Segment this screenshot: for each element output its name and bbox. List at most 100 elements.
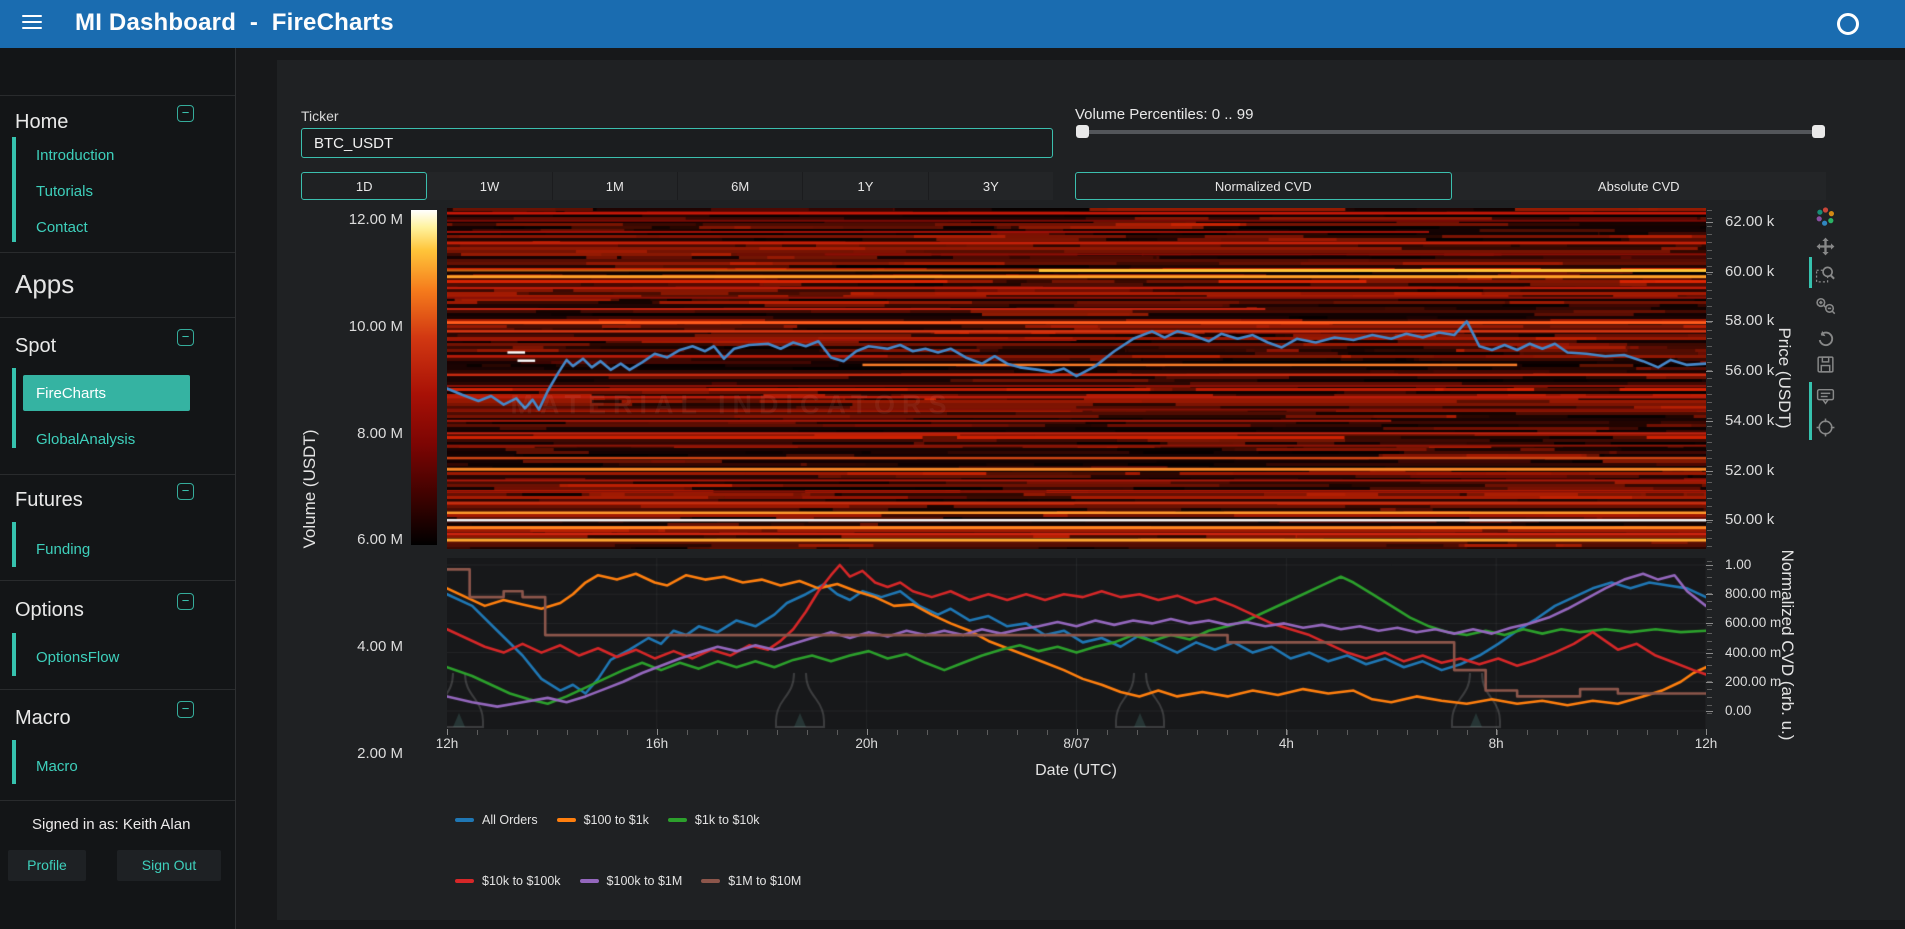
- range-button-6m[interactable]: 6M: [677, 172, 804, 200]
- ticker-label: Ticker: [301, 108, 339, 124]
- legend-label: $1k to $10k: [694, 813, 760, 827]
- sidebar-section-divider: [0, 317, 235, 318]
- modebar-accent-bar: [1809, 257, 1812, 288]
- fire-heatmap-canvas[interactable]: [447, 208, 1706, 549]
- menu-icon[interactable]: [22, 15, 42, 31]
- signout-button[interactable]: Sign Out: [117, 850, 221, 881]
- legend-item-$1m-to-$10m[interactable]: $1M to $10M: [701, 874, 801, 888]
- cvd-axis-tick: [1706, 594, 1713, 596]
- sidebar-section-title-futures: Futures: [15, 489, 83, 511]
- legend-item-all-orders[interactable]: All Orders: [455, 813, 538, 827]
- volume-percentiles-label: Volume Percentiles: 0 .. 99: [1075, 106, 1254, 123]
- cvd-axis-tick-label: 1.00: [1725, 557, 1752, 572]
- sidebar-section-divider: [0, 95, 235, 96]
- x-axis-title: Date (UTC): [1035, 762, 1117, 779]
- ticker-input[interactable]: [301, 128, 1053, 158]
- legend-color-dash: [579, 879, 599, 883]
- sidebar-item-funding[interactable]: Funding: [36, 541, 90, 558]
- legend-item-$10k-to-$100k[interactable]: $10k to $100k: [455, 874, 561, 888]
- reset-axes-icon[interactable]: [1815, 328, 1836, 349]
- price-axis-tick: [1706, 271, 1713, 273]
- sidebar-item-globalanalysis[interactable]: GlobalAnalysis: [36, 431, 135, 448]
- cvd-axis-tick: [1706, 565, 1713, 566]
- sidebar-item-optionsflow[interactable]: OptionsFlow: [36, 649, 119, 666]
- cvd-axis-tick-label: 600.00 m: [1725, 615, 1782, 631]
- range-button-1d[interactable]: 1D: [301, 172, 428, 200]
- colorbar-axis-title: Volume (USDT): [300, 429, 319, 549]
- volume-percentiles-slider[interactable]: [1076, 125, 1825, 138]
- price-axis-tick-label: 54.00 k: [1725, 411, 1775, 429]
- slider-handle-max[interactable]: [1812, 125, 1825, 138]
- legend-item-$1k-to-$10k[interactable]: $1k to $10k: [667, 813, 760, 827]
- pan-icon[interactable]: [1815, 236, 1836, 257]
- range-button-1w[interactable]: 1W: [427, 172, 553, 200]
- sidebar-divider: [235, 48, 236, 929]
- range-button-1y[interactable]: 1Y: [803, 172, 929, 200]
- price-axis-tick: [1706, 222, 1713, 223]
- sidebar-apps-heading: Apps: [15, 269, 75, 299]
- volume-colorbar: [411, 210, 437, 545]
- collapse-minus-icon[interactable]: −: [177, 701, 194, 718]
- profile-button[interactable]: Profile: [8, 850, 86, 881]
- legend-color-dash: [701, 879, 721, 883]
- zoom-in-out-icon[interactable]: [1815, 296, 1836, 317]
- collapse-minus-icon[interactable]: −: [177, 483, 194, 500]
- sidebar-section-title-home: Home: [15, 111, 69, 133]
- legend-item-$100-to-$1k[interactable]: $100 to $1k: [556, 813, 649, 827]
- price-axis-minor-ticks: [1707, 210, 1712, 547]
- x-axis-tick-label: 20h: [855, 736, 878, 751]
- legend-row: All Orders $100 to $1k $1k to $10k: [455, 813, 760, 827]
- x-axis-tick: [656, 729, 658, 735]
- tooltip-mode-icon[interactable]: [1815, 386, 1836, 407]
- sidebar-section-title-spot: Spot: [15, 335, 57, 357]
- sidebar-item-bar: [12, 740, 16, 784]
- sidebar-nav: Home − Introduction Tutorials Contact Apps Spo…: [0, 48, 235, 929]
- sidebar-section-title-options: Options: [15, 599, 84, 621]
- price-axis-tick: [1706, 371, 1713, 373]
- collapse-minus-icon[interactable]: −: [177, 105, 194, 122]
- sidebar-item-introduction[interactable]: Introduction: [36, 147, 114, 164]
- sidebar-section-divider: [0, 474, 235, 475]
- save-icon[interactable]: [1815, 354, 1836, 375]
- x-axis-tick-label: 8h: [1488, 736, 1504, 751]
- box-zoom-icon[interactable]: [1815, 264, 1836, 285]
- x-axis-tick-label: 12h: [1694, 736, 1718, 751]
- cvd-axis-tick-label: 400.00 m: [1725, 644, 1782, 660]
- cvd-axis-tick: [1706, 711, 1713, 712]
- legend-color-dash: [455, 818, 474, 822]
- legend-label: $100 to $1k: [583, 813, 649, 827]
- cvd-axis-tick-label: 800.00 m: [1725, 586, 1782, 602]
- price-axis-tick-label: 52.00 k: [1725, 461, 1775, 479]
- x-axis-tick: [447, 729, 448, 735]
- cvd-button-normalized-cvd[interactable]: Normalized CVD: [1075, 172, 1452, 200]
- price-axis-tick-label: 56.00 k: [1725, 362, 1775, 380]
- x-axis-tick: [866, 729, 868, 735]
- collapse-minus-icon[interactable]: −: [177, 593, 194, 610]
- sidebar-item-contact[interactable]: Contact: [36, 219, 88, 236]
- status-circle-icon[interactable]: [1837, 13, 1859, 35]
- legend-label: $10k to $100k: [482, 874, 561, 888]
- price-axis-tick-label: 62.00 k: [1725, 213, 1775, 230]
- price-axis-tick: [1706, 470, 1713, 472]
- sidebar-item-macro[interactable]: Macro: [36, 758, 78, 775]
- signed-in-text: Signed in as: Keith Alan: [32, 816, 191, 833]
- modebar-accent-bar: [1809, 382, 1812, 440]
- sidebar-item-tutorials[interactable]: Tutorials: [36, 183, 93, 200]
- cvd-axis-tick-label: 200.00 m: [1725, 673, 1782, 689]
- slider-handle-min[interactable]: [1076, 125, 1089, 138]
- range-button-3y[interactable]: 3Y: [928, 172, 1053, 200]
- spikelines-icon[interactable]: [1815, 417, 1836, 438]
- legend-item-$100k-to-$1m[interactable]: $100k to $1M: [579, 874, 683, 888]
- legend-label: $100k to $1M: [606, 874, 683, 888]
- cvd-button-absolute-cvd[interactable]: Absolute CVD: [1451, 172, 1826, 200]
- sidebar-item-bar: [12, 137, 16, 242]
- cvd-chart-canvas[interactable]: [447, 558, 1706, 729]
- legend-label: $1M to $10M: [728, 874, 802, 888]
- cvd-axis-tick: [1706, 623, 1713, 625]
- plotly-logo-icon[interactable]: [1815, 206, 1836, 227]
- app-header: MI Dashboard - FireCharts: [0, 0, 1905, 48]
- collapse-minus-icon[interactable]: −: [177, 329, 194, 346]
- sidebar-item-firecharts[interactable]: FireCharts: [36, 385, 106, 402]
- range-button-1m[interactable]: 1M: [552, 172, 678, 200]
- sidebar-section-divider: [0, 580, 235, 581]
